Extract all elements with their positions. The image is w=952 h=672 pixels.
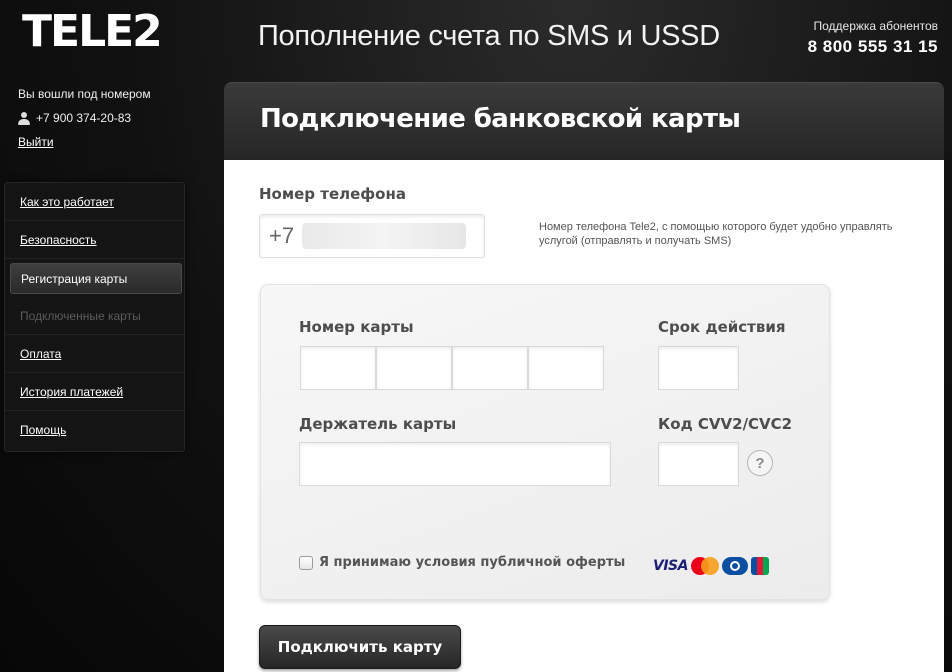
card-holder-label: Держатель карты <box>299 415 457 433</box>
phone-hint: Номер телефона Tele2, с помощью которого… <box>539 221 893 247</box>
tele2-logo[interactable]: TELE2 <box>22 4 163 60</box>
connect-card-button[interactable]: Подключить карту <box>259 625 461 669</box>
card-holder-input[interactable] <box>299 442 611 486</box>
help-icon[interactable]: ? <box>747 450 773 476</box>
card-number-part-3[interactable] <box>452 346 528 390</box>
terms-checkbox[interactable] <box>299 555 313 570</box>
logout-link[interactable]: Выйти <box>18 135 54 149</box>
support-phone: 8 800 555 31 15 <box>807 37 938 56</box>
panel-header: Подключение банковской карты <box>224 82 944 160</box>
support-label: Поддержка абонентов <box>813 19 939 33</box>
sidebar-item-help[interactable]: Помощь <box>5 411 184 449</box>
jcb-logo <box>750 557 769 575</box>
phone-label: Номер телефона <box>259 185 406 203</box>
page-title: Пополнение счета по SMS и USSD <box>258 20 720 52</box>
phone-prefix: +7 <box>269 223 295 248</box>
sidebar-item-payment-history[interactable]: История платежей <box>5 373 184 411</box>
phone-number-redacted <box>302 223 467 249</box>
terms-label: Я принимаю условия публичной оферты <box>319 555 626 570</box>
support-info: Поддержка абонентов 8 800 555 31 15 <box>808 19 938 57</box>
card-number-label: Номер карты <box>299 318 414 336</box>
user-icon <box>18 111 30 125</box>
sidebar-item-payment[interactable]: Оплата <box>5 335 184 373</box>
sidebar-item-connected-cards: Подключенные карты <box>5 297 184 335</box>
card-number-part-4[interactable] <box>528 346 604 390</box>
card-number-part-2[interactable] <box>376 346 452 390</box>
login-label: Вы вошли под номером <box>18 87 151 101</box>
bank-card-block: Номер карты Срок действия Держатель карт… <box>260 284 830 600</box>
payment-logos: VISA <box>653 557 769 575</box>
diners-club-logo <box>721 557 748 575</box>
login-info: Вы вошли под номером +7 900 374-20-83 Вы… <box>18 87 151 149</box>
sidebar-item-security[interactable]: Безопасность <box>5 221 184 259</box>
card-number-part-1[interactable] <box>300 346 376 390</box>
login-phone-row: +7 900 374-20-83 <box>18 111 151 125</box>
sidebar-item-how-it-works[interactable]: Как это работает <box>5 183 184 221</box>
card-form: Номер телефона +7 Номер телефона Tele2, … <box>224 160 944 672</box>
cvv-input[interactable] <box>658 442 739 486</box>
cvv-label: Код CVV2/CVC2 <box>658 415 793 433</box>
sidebar-menu: Как это работает Безопасность Регистраци… <box>4 182 185 452</box>
visa-logo: VISA <box>653 558 688 574</box>
mastercard-logo <box>690 557 719 575</box>
expiry-label: Срок действия <box>658 318 786 336</box>
panel-title: Подключение банковской карты <box>260 104 741 134</box>
phone-input[interactable]: +7 <box>259 214 485 258</box>
sidebar-item-card-registration[interactable]: Регистрация карты <box>10 263 182 294</box>
expiry-field[interactable] <box>658 346 739 390</box>
terms-row: Я принимаю условия публичной оферты <box>299 555 625 570</box>
login-phone: +7 900 374-20-83 <box>36 111 132 125</box>
